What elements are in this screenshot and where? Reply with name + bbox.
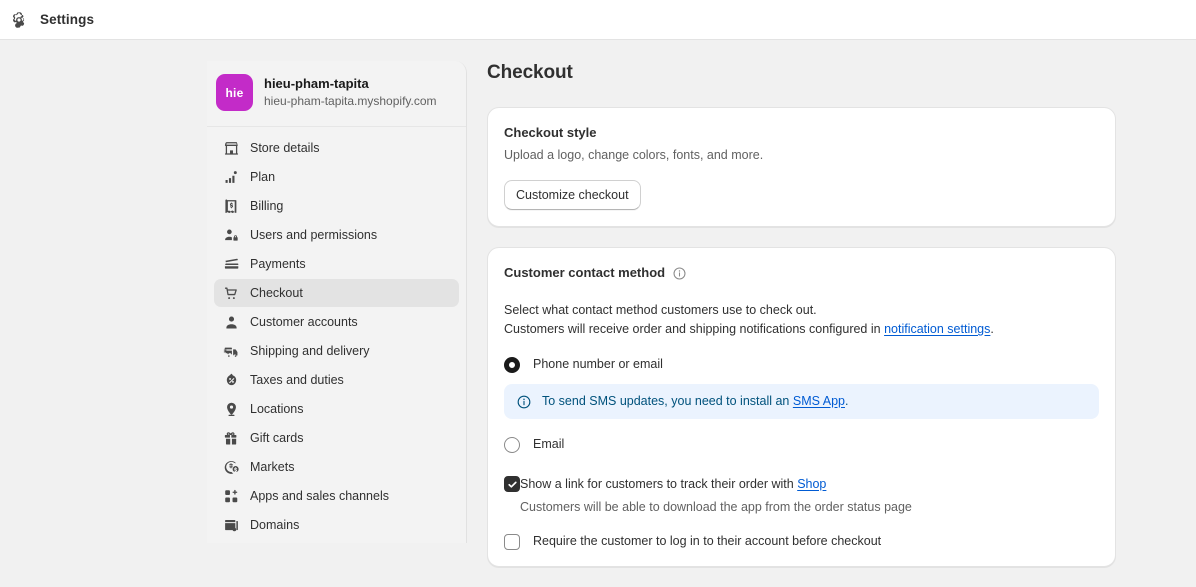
gear-icon[interactable] — [10, 11, 28, 29]
settings-sidebar: hie hieu-pham-tapita hieu-pham-tapita.my… — [207, 61, 467, 543]
store-header[interactable]: hie hieu-pham-tapita hieu-pham-tapita.my… — [207, 61, 466, 127]
checkbox-shop-tracking[interactable] — [504, 476, 520, 492]
checkbox-label: Require the customer to log in to their … — [533, 534, 882, 548]
sidebar-item-label: Users and permissions — [250, 228, 378, 242]
person-icon — [222, 313, 240, 331]
radio-phone-or-email[interactable] — [504, 357, 520, 373]
sms-banner-text: To send SMS updates, you need to install… — [542, 393, 848, 410]
sidebar-item-apps-and-sales-channels[interactable]: Apps and sales channels — [214, 482, 459, 510]
contact-option-phone-or-email[interactable]: Phone number or email — [504, 356, 1099, 373]
sidebar-item-label: Domains — [250, 518, 300, 532]
payments-card-icon — [222, 255, 240, 273]
page-title: Checkout — [487, 62, 573, 83]
sidebar-item-payments[interactable]: Payments — [214, 250, 459, 278]
sidebar-item-label: Apps and sales channels — [250, 489, 389, 503]
sidebar-item-label: Customer accounts — [250, 315, 358, 329]
store-icon — [222, 139, 240, 157]
sidebar-item-users-and-permissions[interactable]: Users and permissions — [214, 221, 459, 249]
banner-prefix: To send SMS updates, you need to install… — [542, 394, 793, 408]
gift-card-icon — [222, 429, 240, 447]
store-domain: hieu-pham-tapita.myshopify.com — [264, 94, 437, 108]
checkbox-label: Show a link for customers to track their… — [520, 477, 826, 491]
main-content: Checkout Checkout style Upload a logo, c… — [487, 61, 1116, 587]
sidebar-item-label: Billing — [250, 199, 284, 213]
apps-grid-icon — [222, 487, 240, 505]
app-title: Settings — [40, 12, 95, 27]
sidebar-item-label: Plan — [250, 170, 276, 184]
contact-method-header: Customer contact method — [504, 264, 1099, 282]
top-bar: Settings — [0, 0, 1196, 40]
customer-contact-method-card: Customer contact method Select what cont… — [487, 247, 1116, 567]
shop-link[interactable]: Shop — [797, 477, 826, 491]
sidebar-item-label: Markets — [250, 460, 295, 474]
settings-nav-list: Store details Plan Billing Users and per… — [207, 127, 466, 539]
sidebar-item-shipping-and-delivery[interactable]: Shipping and delivery — [214, 337, 459, 365]
info-circle-icon[interactable] — [672, 266, 687, 281]
contact-option-label: Email — [533, 437, 565, 451]
sidebar-item-plan[interactable]: Plan — [214, 163, 459, 191]
sidebar-item-store-details[interactable]: Store details — [214, 134, 459, 162]
checkbox-text-block: Show a link for customers to track their… — [520, 475, 912, 516]
store-avatar: hie — [216, 74, 253, 111]
sidebar-item-label: Store details — [250, 141, 320, 155]
checkbox-row-require-login[interactable]: Require the customer to log in to their … — [504, 533, 1099, 550]
notification-settings-link[interactable]: notification settings — [884, 322, 990, 336]
sidebar-item-label: Checkout — [250, 286, 303, 300]
contact-method-description-line2: Customers will receive order and shippin… — [504, 320, 1099, 339]
checkout-style-title: Checkout style — [504, 125, 597, 140]
sms-info-banner: To send SMS updates, you need to install… — [504, 384, 1099, 419]
description-prefix: Customers will receive order and shippin… — [504, 322, 885, 336]
sidebar-item-gift-cards[interactable]: Gift cards — [214, 424, 459, 452]
truck-icon — [222, 342, 240, 360]
sidebar-item-billing[interactable]: Billing — [214, 192, 459, 220]
sms-app-link[interactable]: SMS App — [793, 394, 845, 408]
users-icon — [222, 226, 240, 244]
sidebar-item-checkout[interactable]: Checkout — [214, 279, 459, 307]
customize-checkout-button[interactable]: Customize checkout — [504, 180, 641, 210]
sidebar-item-taxes-and-duties[interactable]: Taxes and duties — [214, 366, 459, 394]
globe-currency-icon — [222, 458, 240, 476]
location-pin-icon — [222, 400, 240, 418]
sidebar-item-locations[interactable]: Locations — [214, 395, 459, 423]
checkout-style-card: Checkout style Upload a logo, change col… — [487, 107, 1116, 227]
sidebar-item-label: Shipping and delivery — [250, 344, 370, 358]
contact-option-label: Phone number or email — [533, 357, 663, 371]
cart-icon — [222, 284, 240, 302]
checkbox-require-login[interactable] — [504, 534, 520, 550]
sidebar-item-label: Payments — [250, 257, 306, 271]
contact-method-title: Customer contact method — [504, 265, 666, 280]
contact-method-description-line1: Select what contact method customers use… — [504, 303, 817, 317]
plan-chart-icon — [222, 168, 240, 186]
sidebar-item-markets[interactable]: Markets — [214, 453, 459, 481]
billing-receipt-icon — [222, 197, 240, 215]
description-suffix: . — [990, 322, 994, 336]
checkbox-help-text: Customers will be able to download the a… — [520, 500, 912, 514]
checkbox-label-prefix: Show a link for customers to track their… — [520, 477, 798, 491]
domains-window-icon — [222, 516, 240, 534]
banner-suffix: . — [844, 394, 849, 408]
sidebar-item-domains[interactable]: Domains — [214, 511, 459, 539]
contact-option-email[interactable]: Email — [504, 436, 1099, 453]
sidebar-item-customer-accounts[interactable]: Customer accounts — [214, 308, 459, 336]
store-name: hieu-pham-tapita — [264, 76, 369, 91]
sidebar-item-label: Gift cards — [250, 431, 304, 445]
checkout-style-subtitle: Upload a logo, change colors, fonts, and… — [504, 148, 764, 162]
sidebar-item-label: Locations — [250, 402, 304, 416]
taxes-icon — [222, 371, 240, 389]
checkbox-row-shop-tracking[interactable]: Show a link for customers to track their… — [504, 475, 1099, 516]
page-body: hie hieu-pham-tapita hieu-pham-tapita.my… — [0, 41, 1196, 567]
radio-email[interactable] — [504, 437, 520, 453]
sidebar-item-label: Taxes and duties — [250, 373, 344, 387]
info-circle-icon — [516, 394, 532, 410]
